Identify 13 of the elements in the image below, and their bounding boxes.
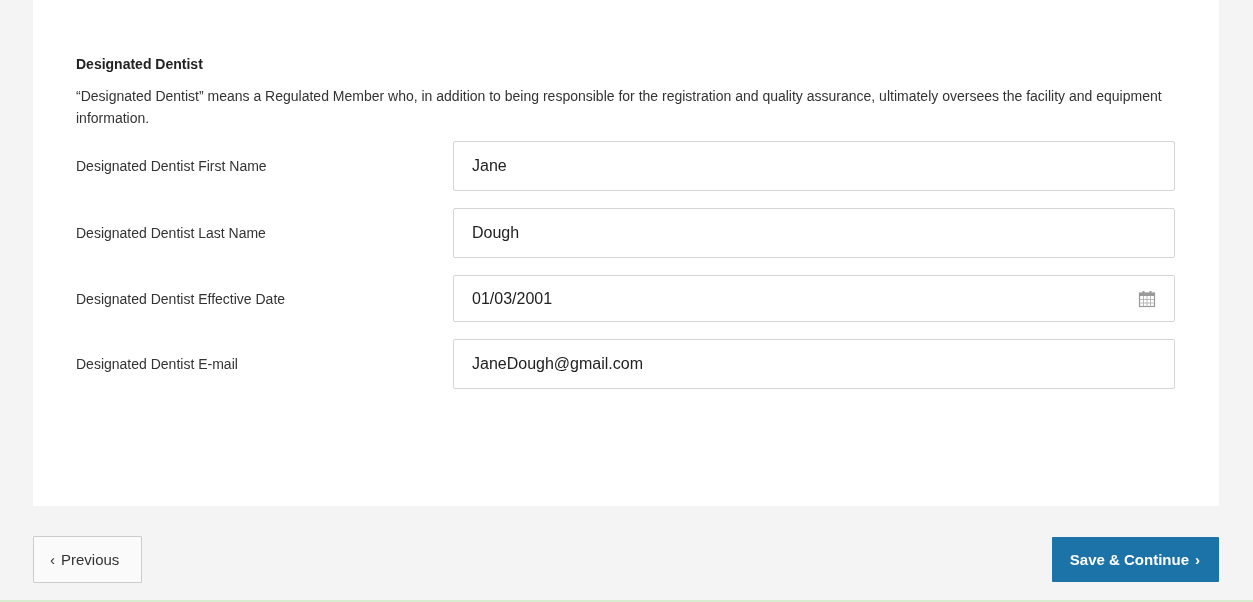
field-label: Designated Dentist Effective Date — [76, 290, 287, 307]
section-title: Designated Dentist — [76, 56, 204, 72]
date-field[interactable]: 01/03/2001 — [453, 275, 1175, 322]
save-continue-button[interactable]: Save & Continue › — [1051, 537, 1219, 582]
section-description: “Designated Dentist” means a Regulated Member who, in addition to being responsible for the registration and quality assurance, ultimately oversees the facility and equipment information. — [76, 87, 1163, 128]
calendar-icon[interactable] — [1138, 289, 1156, 308]
input-field[interactable]: JaneDough@gmail.com — [453, 339, 1175, 389]
input-field[interactable]: Jane — [453, 141, 1175, 191]
previous-button[interactable]: ‹ Previous — [33, 536, 143, 583]
field-label: Designated Dentist Last Name — [76, 225, 267, 241]
field-label: Designated Dentist First Name — [76, 158, 268, 174]
input-field[interactable]: Dough — [453, 208, 1175, 258]
field-label: Designated Dentist E-mail — [76, 356, 239, 372]
